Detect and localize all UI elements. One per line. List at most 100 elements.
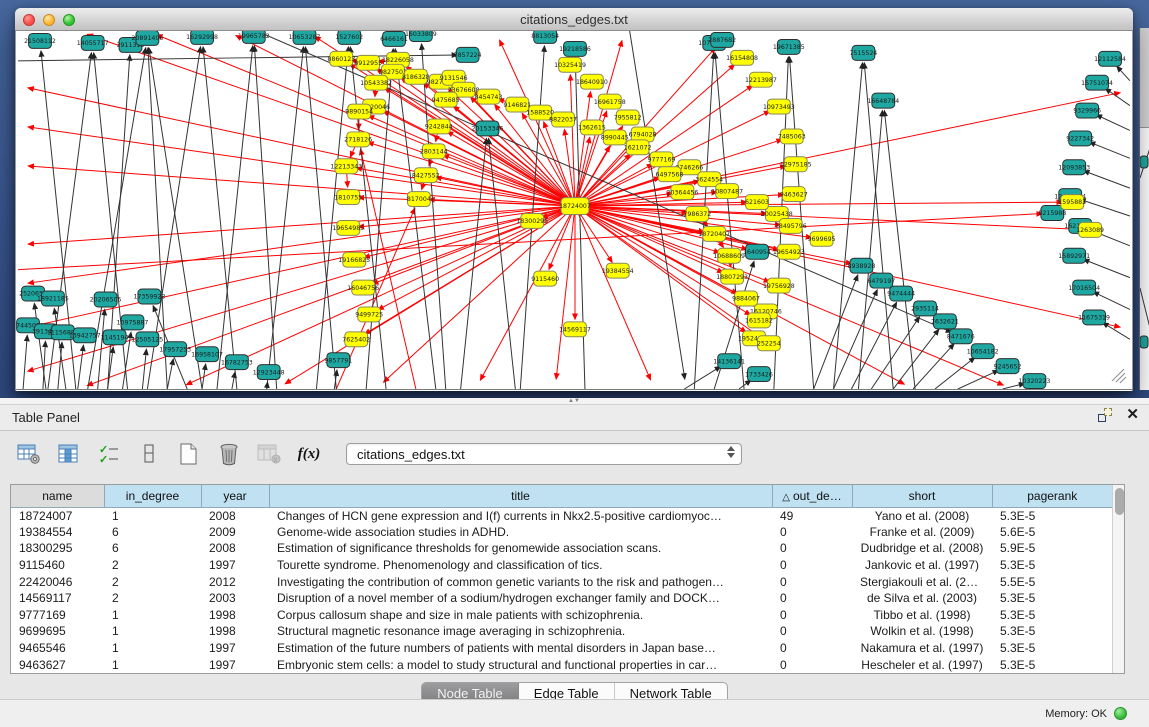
table-cell: 0 <box>772 540 852 557</box>
function-icon: f(x) <box>298 446 321 463</box>
table-row[interactable]: 946554611997Estimation of the future num… <box>11 640 1112 657</box>
table-cell: Embryonic stem cells: a model to study s… <box>269 656 772 673</box>
node-label: 1362615 <box>578 125 606 132</box>
table-scrollbar[interactable] <box>1112 485 1124 673</box>
table-cell: 5.3E-5 <box>992 640 1112 657</box>
node-label: 20891406 <box>131 35 163 42</box>
table-cell: 1997 <box>201 640 269 657</box>
node-label: 21508112 <box>24 38 56 45</box>
table-row[interactable]: 1872400712008Changes of HCN gene express… <box>11 507 1112 524</box>
table-cell: Structural magnetic resonance image aver… <box>269 623 772 640</box>
table-cell: 19384554 <box>11 524 104 541</box>
table-cell: 2003 <box>201 590 269 607</box>
table-row[interactable]: 1456911722003Disruption of a novel membe… <box>11 590 1112 607</box>
float-panel-icon[interactable] <box>1098 408 1112 422</box>
column-header-pagerank[interactable]: pagerank <box>992 485 1112 507</box>
row-height-button[interactable] <box>134 440 164 468</box>
node-label: 10973493 <box>763 104 795 111</box>
data-table[interactable]: namein_degreeyeartitle△out_de…shortpager… <box>11 485 1112 673</box>
memory-status: Memory: OK <box>1045 708 1107 720</box>
node-label: 8215988 <box>1038 210 1066 217</box>
node-label: 18226058 <box>382 57 414 64</box>
table-row[interactable]: 969969511998Structural magnetic resonanc… <box>11 623 1112 640</box>
window-resize-grip[interactable] <box>1112 369 1126 383</box>
function-builder-button[interactable]: f(x) <box>294 440 324 468</box>
node-label: 9857791 <box>324 357 352 364</box>
table-cell: 5.3E-5 <box>992 623 1112 640</box>
scrollbar-thumb[interactable] <box>1115 488 1124 515</box>
column-header-title[interactable]: title <box>269 485 772 507</box>
node-label: 11675319 <box>1078 315 1110 322</box>
node-label: 18724007 <box>559 203 591 210</box>
table-cell: 14569117 <box>11 590 104 607</box>
table-row[interactable]: 977716911998Corpus callosum shape and si… <box>11 607 1112 624</box>
delete-table-button-disabled: x <box>254 440 284 468</box>
node-label: 9699695 <box>808 236 836 243</box>
table-cell: 1997 <box>201 557 269 574</box>
table-cell: 1 <box>104 656 201 673</box>
node-label: 18807293 <box>716 274 748 281</box>
node-label: 10975887 <box>117 320 149 327</box>
table-toolbar: ✓ ✓ <box>0 431 1149 477</box>
table-cell: 9699695 <box>11 623 104 640</box>
table-settings-button[interactable] <box>14 440 44 468</box>
node-label: 9474444 <box>887 291 915 298</box>
node-label: 10320223 <box>1019 378 1051 385</box>
table-cell: Disruption of a novel member of a sodium… <box>269 590 772 607</box>
table-cell: 5.3E-5 <box>992 557 1112 574</box>
node-label: 3624554 <box>695 176 723 183</box>
node-label: 12505125 <box>131 336 163 343</box>
table-row[interactable]: 1938455462009Genome-wide association stu… <box>11 524 1112 541</box>
table-cell: 6 <box>104 540 201 557</box>
column-header-in_degree[interactable]: in_degree <box>104 485 201 507</box>
table-column-icon <box>58 443 80 465</box>
column-header-year[interactable]: year <box>201 485 269 507</box>
node-label: 16033809 <box>405 31 437 38</box>
node-label: 16782753 <box>221 359 253 366</box>
close-panel-icon[interactable]: ✕ <box>1126 408 1139 422</box>
table-row[interactable]: 911546021997Tourette syndrome. Phenomeno… <box>11 557 1112 574</box>
column-header-out_de[interactable]: △out_de… <box>772 485 852 507</box>
node-label: 15892971 <box>1058 253 1090 260</box>
network-canvas[interactable]: 2150811214055717391131820891406162929981… <box>15 31 1133 390</box>
node-label: 1145194 <box>101 334 129 341</box>
node-label: 12923448 <box>253 369 285 376</box>
node-label: 2887682 <box>708 37 736 44</box>
table-cell: 18724007 <box>11 507 104 524</box>
node-label: 19654985 <box>332 225 364 232</box>
table-cell: 5.3E-5 <box>992 507 1112 524</box>
table-cell: Franke et al. (2009) <box>852 524 992 541</box>
node-label: 12213987 <box>745 77 777 84</box>
table-selector-dropdown[interactable]: citations_edges.txt <box>346 443 742 465</box>
table-row[interactable]: 2242004622012Investigating the contribut… <box>11 573 1112 590</box>
node-label: 9884067 <box>732 296 760 303</box>
table-cell: Corpus callosum shape and size in male p… <box>269 607 772 624</box>
table-cell: Genome-wide association studies in ADHD. <box>269 524 772 541</box>
checklist-icon: ✓ ✓ <box>98 443 120 465</box>
node-table: namein_degreeyeartitle△out_de…shortpager… <box>10 484 1125 674</box>
new-file-icon <box>178 442 200 466</box>
network-window: citations_edges.txt 21508112140557173911… <box>15 8 1133 391</box>
select-rows-button[interactable]: ✓ ✓ <box>94 440 124 468</box>
table-cell: 0 <box>772 590 852 607</box>
table-cell: 9115460 <box>11 557 104 574</box>
node-label: 13942757 <box>69 332 101 339</box>
node-label: 7857224 <box>454 52 482 59</box>
column-header-name[interactable]: name <box>11 485 104 507</box>
table-cell: 5.6E-5 <box>992 524 1112 541</box>
delete-column-button[interactable] <box>214 440 244 468</box>
table-cell: 2 <box>104 573 201 590</box>
panel-splitter[interactable]: ▲▼ <box>0 398 1149 405</box>
network-window-titlebar[interactable]: citations_edges.txt <box>15 8 1133 31</box>
table-cell: Estimation of significance thresholds fo… <box>269 540 772 557</box>
network-graph[interactable]: 2150811214055717391131820891406162929981… <box>16 31 1132 389</box>
node-label: 16154808 <box>726 55 758 62</box>
column-header-short[interactable]: short <box>852 485 992 507</box>
column-visibility-button[interactable] <box>54 440 84 468</box>
node-label: 817004 <box>407 196 431 203</box>
node-label: 18300295 <box>516 218 548 225</box>
node-label: 19166825 <box>338 257 370 264</box>
table-row[interactable]: 946362711997Embryonic stem cells: a mode… <box>11 656 1112 673</box>
new-column-button[interactable] <box>174 440 204 468</box>
table-row[interactable]: 1830029562008Estimation of significance … <box>11 540 1112 557</box>
